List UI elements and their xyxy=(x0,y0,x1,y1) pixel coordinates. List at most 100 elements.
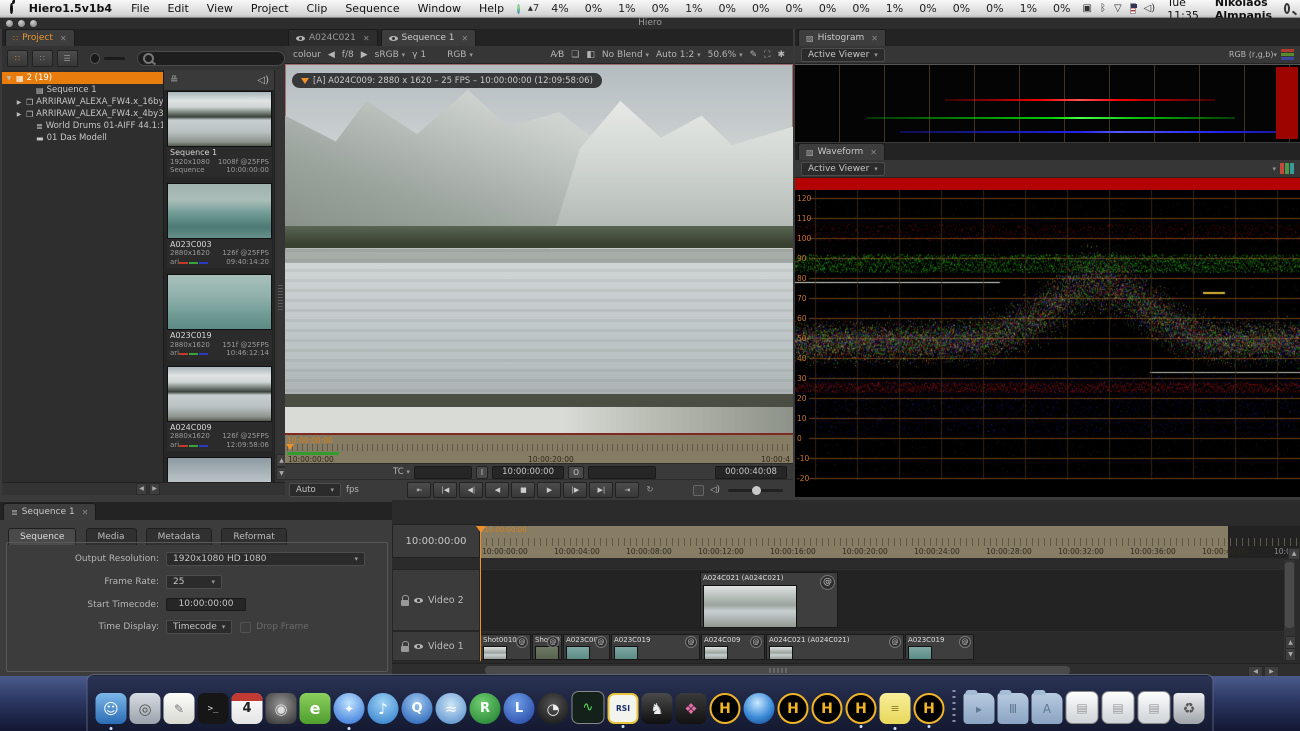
track-lane-video1[interactable]: Shot0010@Shot0010@A023C003@A023C019@A024… xyxy=(480,631,1290,662)
ruler-option-icon[interactable]: ▲ xyxy=(1288,548,1300,560)
gamma-value[interactable]: γ 1 xyxy=(412,50,426,60)
stop-button[interactable]: ■ xyxy=(511,482,535,498)
apple-menu-icon[interactable] xyxy=(10,3,13,14)
audio-icon[interactable]: ◁) xyxy=(257,75,269,86)
project-tree-item[interactable]: ▶❒ARRIRAW_ALEXA_FW4.x_4by3 xyxy=(2,108,163,120)
view-small-button[interactable]: ∷ xyxy=(32,50,53,67)
dock-safari-icon[interactable]: ✦ xyxy=(334,693,365,724)
frame-rate-select[interactable]: 25▾ xyxy=(166,575,222,589)
view-grid-button[interactable]: ∷ xyxy=(7,50,28,67)
tab-project[interactable]: ∷ Project ✕ xyxy=(5,29,75,46)
browser-thumbnail[interactable]: A023C0192880x1620151f @25FPSari10:46:12:… xyxy=(167,274,272,360)
window-zoom-button[interactable] xyxy=(30,20,37,27)
menu-file[interactable]: File xyxy=(122,2,158,15)
blend-select[interactable]: No Blend ▾ xyxy=(602,50,649,60)
project-tree-item[interactable]: ≣World Drums 01-AIFF 44.1:16 xyxy=(2,120,163,132)
lock-icon[interactable] xyxy=(401,595,409,606)
dock-trash-icon[interactable]: ♻ xyxy=(1174,693,1205,724)
project-panel-hscroll[interactable]: ◀ ▶ xyxy=(2,482,285,495)
lock-icon[interactable] xyxy=(401,641,409,652)
dock-textedit-icon[interactable]: ✎ xyxy=(164,693,195,724)
menu-project[interactable]: Project xyxy=(242,2,298,15)
timeline-clip[interactable]: A024C021 (A024C021)@ xyxy=(700,572,838,628)
gain-value[interactable]: f/8 xyxy=(342,50,354,60)
dock-frontrow-icon[interactable]: ♞ xyxy=(642,693,673,724)
dock-player-l-icon[interactable]: L xyxy=(504,693,535,724)
track-lane-video2[interactable]: A024C021 (A024C021)@ xyxy=(480,569,1290,632)
display-icon[interactable]: ▣ xyxy=(1083,3,1092,14)
settings-gear-icon[interactable]: ✱ xyxy=(777,50,785,60)
in-point-field[interactable] xyxy=(414,466,472,479)
fps-select[interactable]: Auto▾ xyxy=(289,483,341,497)
gain-prev-icon[interactable]: ◀ xyxy=(328,50,335,60)
dock-hiero-c-icon[interactable]: H xyxy=(812,693,843,724)
close-icon[interactable]: ✕ xyxy=(82,508,89,517)
dock-calendar-icon[interactable]: 4 xyxy=(232,693,263,724)
tc-mode-select[interactable]: TC ▾ xyxy=(393,467,410,477)
dock-hiero-a-icon[interactable]: H xyxy=(710,693,741,724)
volume-slider[interactable] xyxy=(728,489,783,492)
window-close-button[interactable] xyxy=(6,20,13,27)
start-timecode-field[interactable]: 10:00:00:00 xyxy=(166,598,246,611)
timeline-current-timecode[interactable]: 10:00:00:00 xyxy=(392,524,480,558)
viewer-scrub-bar[interactable]: 10:00:00:00 10:00:00:00 10:00:20:00 10:0… xyxy=(285,433,793,463)
thumb-size-track[interactable] xyxy=(104,57,125,60)
goto-start-button[interactable]: ⇤ xyxy=(407,482,431,498)
menu-help[interactable]: Help xyxy=(470,2,513,15)
tab-clip-a024c021[interactable]: A024C021✕ xyxy=(288,29,378,46)
viewer-info-overlay[interactable]: [A] A024C009: 2880 x 1620 – 25 FPS – 10:… xyxy=(292,73,602,88)
project-tree-item[interactable]: ▬01 Das Modell xyxy=(2,132,163,144)
cpu-meter-icon[interactable]: ▴7 xyxy=(528,3,539,14)
play-backward-button[interactable]: ◀ xyxy=(485,482,509,498)
close-icon[interactable]: ✕ xyxy=(871,34,878,43)
status-app-icon[interactable] xyxy=(517,4,520,14)
timeline-playhead-line[interactable] xyxy=(480,526,481,661)
dock-minimized-window-2-icon[interactable]: ▤ xyxy=(1102,691,1135,724)
timeline-clip[interactable]: Shot0010@ xyxy=(480,634,531,660)
scroll-down-icon[interactable]: ▼ xyxy=(1285,648,1296,661)
close-icon[interactable]: ✕ xyxy=(870,148,877,157)
prev-edit-button[interactable]: |◀ xyxy=(433,482,457,498)
track-visibility-icon[interactable] xyxy=(414,598,423,603)
dock-realplayer-icon[interactable]: R xyxy=(470,693,501,724)
output-resolution-select[interactable]: 1920x1080 HD 1080▾ xyxy=(166,552,365,566)
dock-disk-utility-icon[interactable]: ◎ xyxy=(130,693,161,724)
dock-itunes-icon[interactable]: ♪ xyxy=(368,693,399,724)
view-list-button[interactable]: ☰ xyxy=(57,50,78,67)
thumb-size-slider[interactable] xyxy=(90,53,100,64)
dock-evernote-icon[interactable]: e xyxy=(300,693,331,724)
loop-mode-icon[interactable]: ↻ xyxy=(646,485,653,495)
app-menu-title[interactable]: Hiero1.5v1b4 xyxy=(19,2,122,15)
timeline-clip[interactable]: A024C021 (A024C021)@ xyxy=(766,634,904,660)
dock-folder-documents-icon[interactable]: ▸ xyxy=(964,693,995,724)
wipe-icon[interactable]: ◧ xyxy=(586,50,595,60)
timeline-vscrollbar[interactable]: ▲ ▼ xyxy=(1284,560,1295,660)
scroll-handle[interactable] xyxy=(1285,562,1294,628)
dock-folder-library-icon[interactable]: Ⅲ xyxy=(998,693,1029,724)
bluetooth-icon[interactable]: ᛒ xyxy=(1100,3,1106,14)
proxy-select[interactable]: Auto 1:2 ▾ xyxy=(656,50,701,60)
guides-icon[interactable]: ⛶ xyxy=(764,50,770,60)
dock-hiero-e-icon[interactable]: H xyxy=(914,693,945,724)
menu-window[interactable]: Window xyxy=(409,2,470,15)
input-language-flag-icon[interactable] xyxy=(1130,3,1136,14)
sort-options-icon[interactable]: ≞ xyxy=(170,75,178,86)
browser-thumbnail[interactable] xyxy=(167,457,272,482)
expander-icon[interactable]: ▶ xyxy=(15,99,23,106)
dock-minimized-window-1-icon[interactable]: ▤ xyxy=(1066,691,1099,724)
mute-checkbox[interactable] xyxy=(693,485,704,496)
out-point-field[interactable] xyxy=(588,466,656,479)
annotation-pen-icon[interactable]: ✎ xyxy=(750,50,758,60)
gain-next-icon[interactable]: ▶ xyxy=(361,50,368,60)
waveform-source-select[interactable]: Active Viewer▾ xyxy=(801,162,885,176)
dock-blue-orb-icon[interactable] xyxy=(744,693,775,724)
tab-sequence-1-properties[interactable]: ≣ Sequence 1✕ xyxy=(3,503,96,520)
window-minimize-button[interactable] xyxy=(18,20,25,27)
dock-hiero-b-icon[interactable]: H xyxy=(778,693,809,724)
menu-view[interactable]: View xyxy=(198,2,242,15)
next-edit-button[interactable]: ▶| xyxy=(589,482,613,498)
scroll-left-icon[interactable]: ◀ xyxy=(136,483,147,495)
close-icon[interactable]: ✕ xyxy=(60,34,67,43)
search-input[interactable] xyxy=(137,51,285,66)
histogram-mode-select[interactable]: RGB (r,g,b)▾ xyxy=(1229,49,1294,60)
